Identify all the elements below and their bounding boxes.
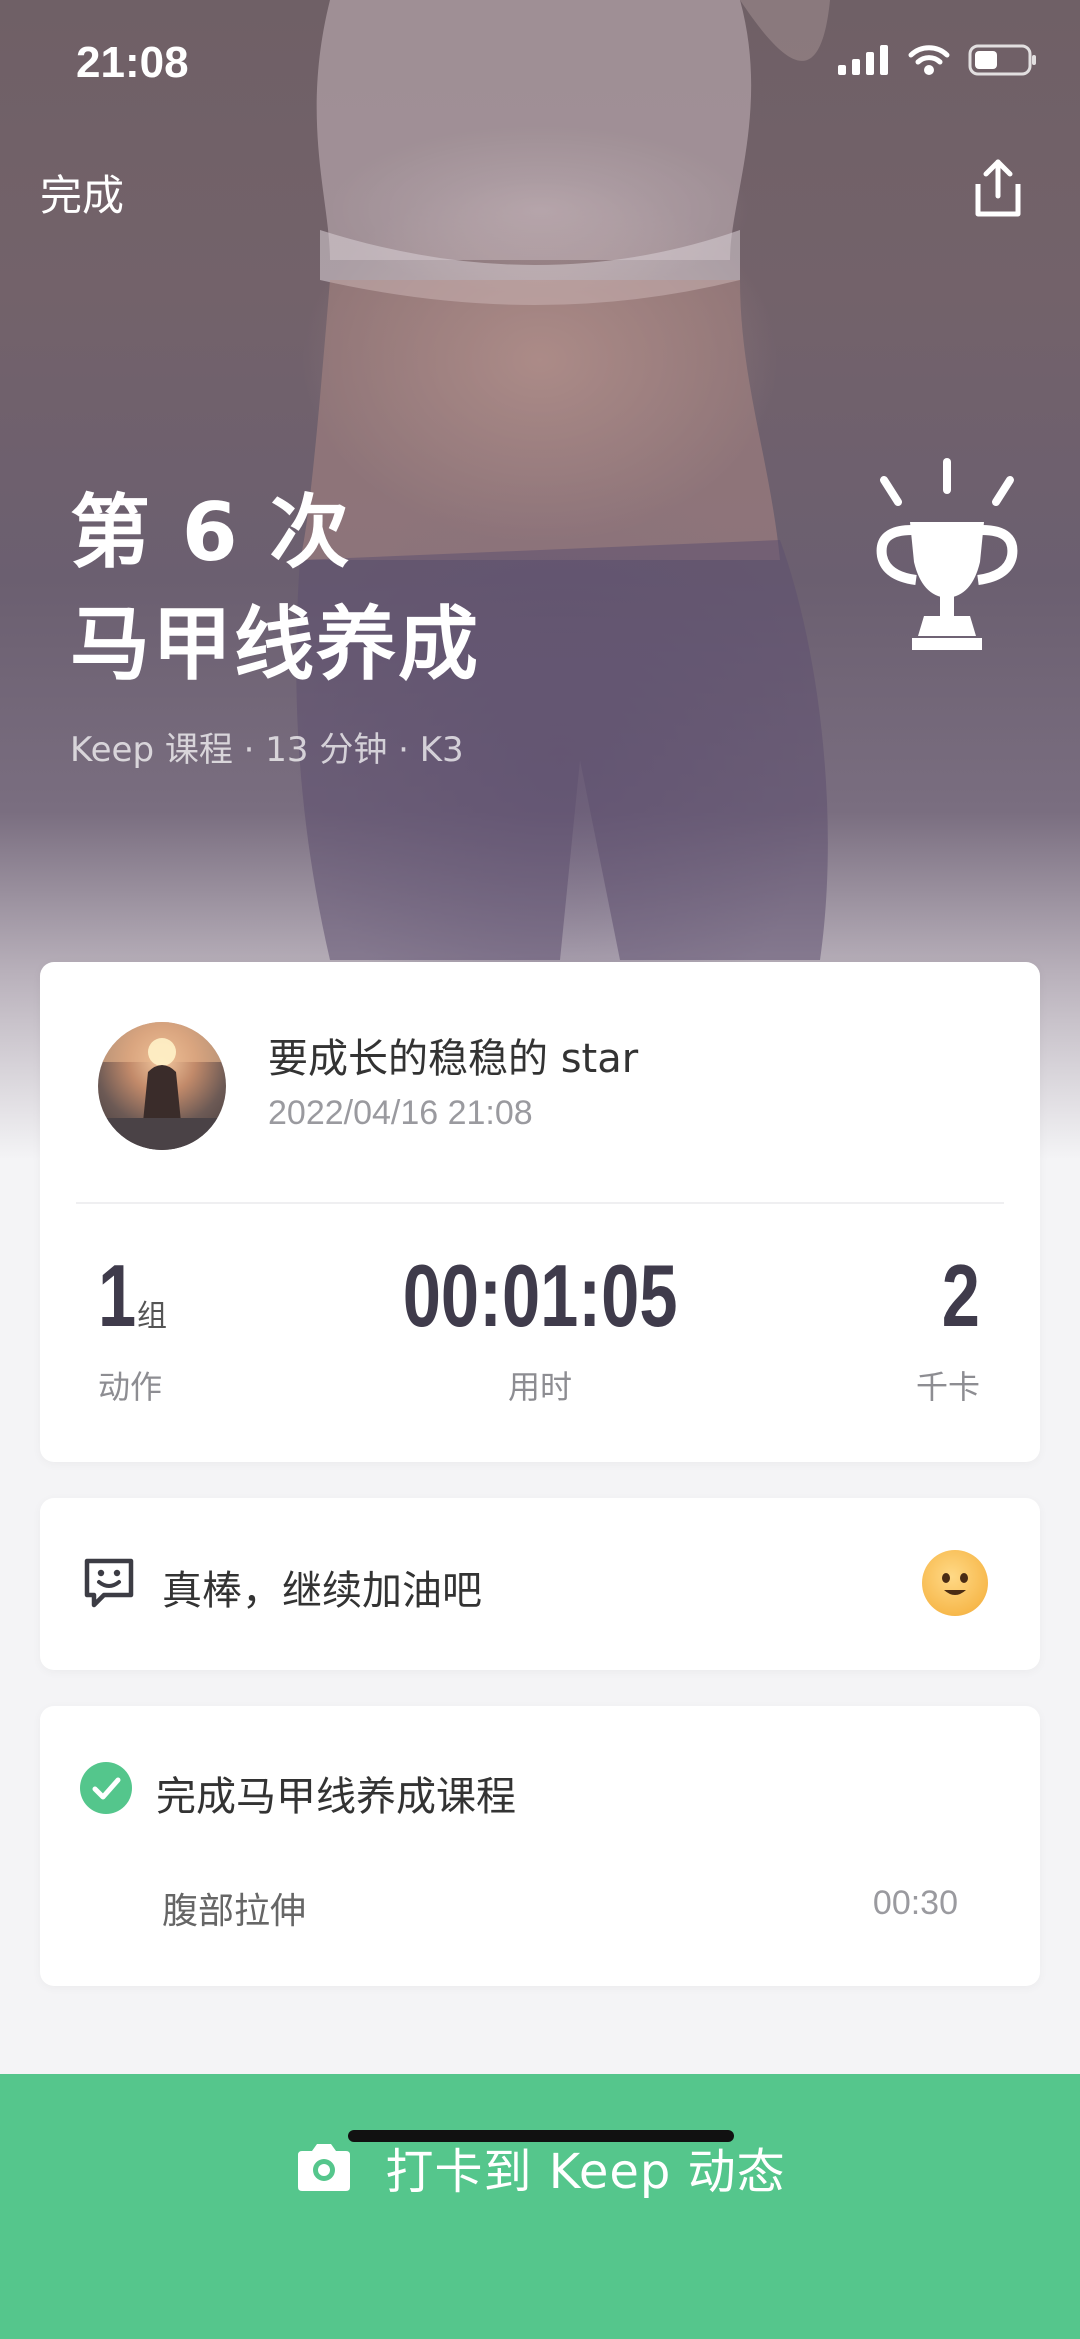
workout-datetime: 2022/04/16 21:08 (268, 1094, 533, 1132)
stat-kcal: 2 千卡 (916, 1252, 980, 1408)
avatar[interactable] (98, 1022, 226, 1150)
checkin-label: 打卡到 Keep 动态 (385, 2144, 786, 2200)
share-icon[interactable] (968, 156, 1028, 220)
course-card: 完成马甲线养成课程 腹部拉伸 00:30 (40, 1706, 1040, 1986)
status-time: 21:08 (76, 38, 189, 87)
time-value: 00:01:05 (402, 1246, 678, 1345)
avatar-image (98, 1022, 226, 1150)
course-meta: Keep 课程 · 13 分钟 · K3 (70, 730, 464, 770)
workout-count: 第 6 次 (70, 486, 352, 579)
exercise-duration: 00:30 (872, 1884, 958, 1922)
camera-icon (298, 2144, 351, 2191)
cheer-card[interactable]: 真棒，继续加油吧 (40, 1498, 1040, 1670)
home-indicator[interactable] (348, 2130, 734, 2142)
cheer-text: 真棒，继续加油吧 (162, 1568, 482, 1614)
check-icon (80, 1762, 132, 1814)
exercise-name: 腹部拉伸 (162, 1891, 307, 1932)
status-icons (838, 44, 1038, 76)
stat-time: 00:01:05 用时 (40, 1252, 1040, 1408)
checkin-button[interactable]: 打卡到 Keep 动态 (0, 2074, 1080, 2339)
trophy-icon (876, 458, 1018, 650)
completed-course-title: 完成马甲线养成课程 (156, 1774, 516, 1820)
workout-complete-screen: 21:08 完成 第 6 次 马甲线养成 Keep 课程 · 13 分钟 · K… (0, 0, 1080, 2339)
kcal-value: 2 (941, 1246, 980, 1345)
signal-icon (838, 45, 888, 75)
done-button[interactable]: 完成 (40, 162, 124, 223)
user-name: 要成长的稳稳的 star (268, 1036, 639, 1082)
divider (76, 1202, 1004, 1204)
chat-smile-icon (84, 1558, 134, 1608)
smile-emoji-icon[interactable] (922, 1550, 988, 1616)
kcal-label: 千卡 (915, 1368, 980, 1406)
course-title: 马甲线养成 (70, 598, 480, 691)
battery-icon (968, 44, 1036, 76)
wifi-icon (908, 45, 950, 75)
time-label: 用时 (507, 1368, 572, 1406)
summary-card: 要成长的稳稳的 star 2022/04/16 21:08 1组 动作 00:0… (40, 962, 1040, 1462)
